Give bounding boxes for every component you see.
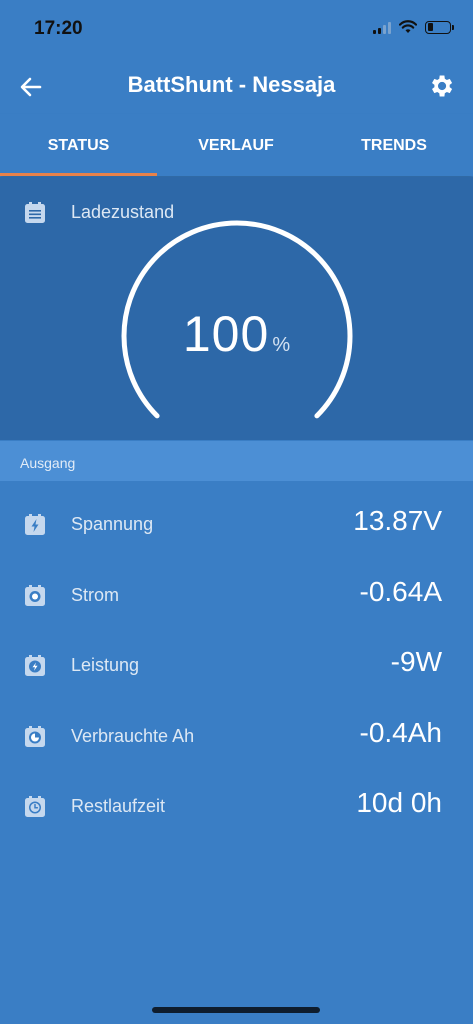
tab-bar: STATUS VERLAUF TRENDS <box>0 114 473 176</box>
consumed-gauge-icon <box>25 726 45 747</box>
system-status-bar: 17:20 <box>0 0 473 58</box>
reading-value: 13.87V <box>353 505 442 536</box>
section-header: Ausgang <box>0 441 473 481</box>
reading-name: Verbrauchte Ah <box>71 726 195 746</box>
reading-row-verbrauchte-ah: Verbrauchte Ah -0.4Ah <box>0 701 473 771</box>
power-bolt-icon <box>25 655 45 676</box>
reading-value: -0.64A <box>359 576 443 607</box>
reading-value: 10d 0h <box>356 787 442 818</box>
reading-value: -9W <box>390 646 442 677</box>
tab-verlauf[interactable]: VERLAUF <box>157 114 315 176</box>
reading-name: Leistung <box>71 655 140 675</box>
wifi-icon <box>399 20 417 33</box>
state-of-charge-value: 100% <box>0 305 473 363</box>
reading-row-leistung: Leistung -9W <box>0 630 473 700</box>
home-indicator[interactable] <box>152 1007 320 1013</box>
page-title: BattShunt - Nessaja <box>127 72 336 97</box>
state-of-charge-number: 100 <box>182 306 270 362</box>
reading-name: Spannung <box>71 514 154 534</box>
settings-gear-icon[interactable] <box>427 72 455 100</box>
tab-trends[interactable]: TRENDS <box>315 114 473 176</box>
status-icons <box>373 19 454 35</box>
phone-battery-icon <box>425 20 454 34</box>
current-dot-icon <box>25 585 45 606</box>
reading-row-spannung: Spannung 13.87V <box>0 489 473 559</box>
section-header-label: Ausgang <box>20 455 76 471</box>
state-of-charge-unit: % <box>272 334 291 356</box>
reading-row-restlaufzeit: Restlaufzeit 10d 0h <box>0 771 473 841</box>
cellular-signal-icon <box>373 21 391 34</box>
reading-name: Restlaufzeit <box>71 796 166 816</box>
status-time: 17:20 <box>34 18 83 39</box>
lightning-bolt-icon <box>25 514 45 535</box>
reading-value: -0.4Ah <box>359 717 443 748</box>
reading-name: Strom <box>71 585 120 605</box>
tab-status[interactable]: STATUS <box>0 114 157 176</box>
app-bar: BattShunt - Nessaja <box>0 58 473 114</box>
reading-row-strom: Strom -0.64A <box>0 560 473 630</box>
clock-icon <box>25 796 45 817</box>
state-of-charge-panel: Ladezustand 100% <box>0 177 473 440</box>
